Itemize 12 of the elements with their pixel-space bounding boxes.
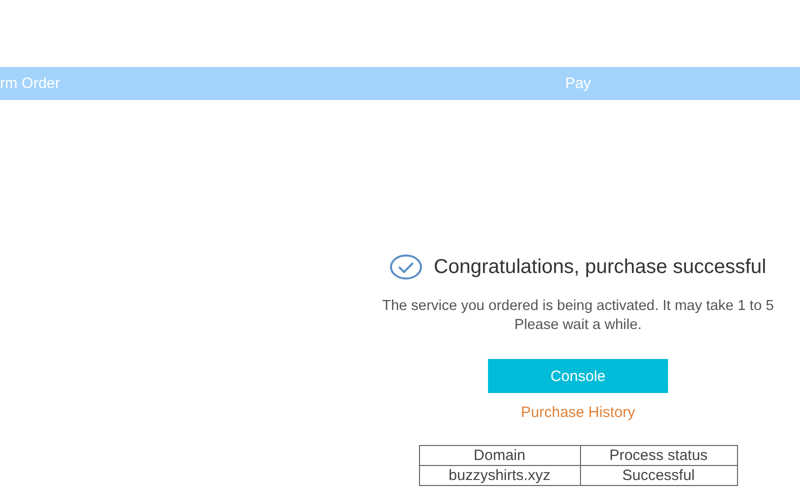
table-cell: buzzyshirts.xyz [419,466,580,486]
check-circle-icon [390,254,422,280]
column-header: Process status [580,446,737,466]
activation-message: The service you ordered is being activated. It may take 1 to 5 [382,298,774,314]
purchase-history-link[interactable]: Purchase History [520,404,636,421]
wait-message: Please wait a while. [514,317,642,333]
step-label: Pay [565,75,591,92]
success-title: Congratulations, purchase successful [434,256,766,278]
table-cell: Successful [580,466,737,486]
step-label: rm Order [0,75,60,92]
console-button[interactable]: Console [488,359,668,393]
column-header: Domain [419,446,580,466]
